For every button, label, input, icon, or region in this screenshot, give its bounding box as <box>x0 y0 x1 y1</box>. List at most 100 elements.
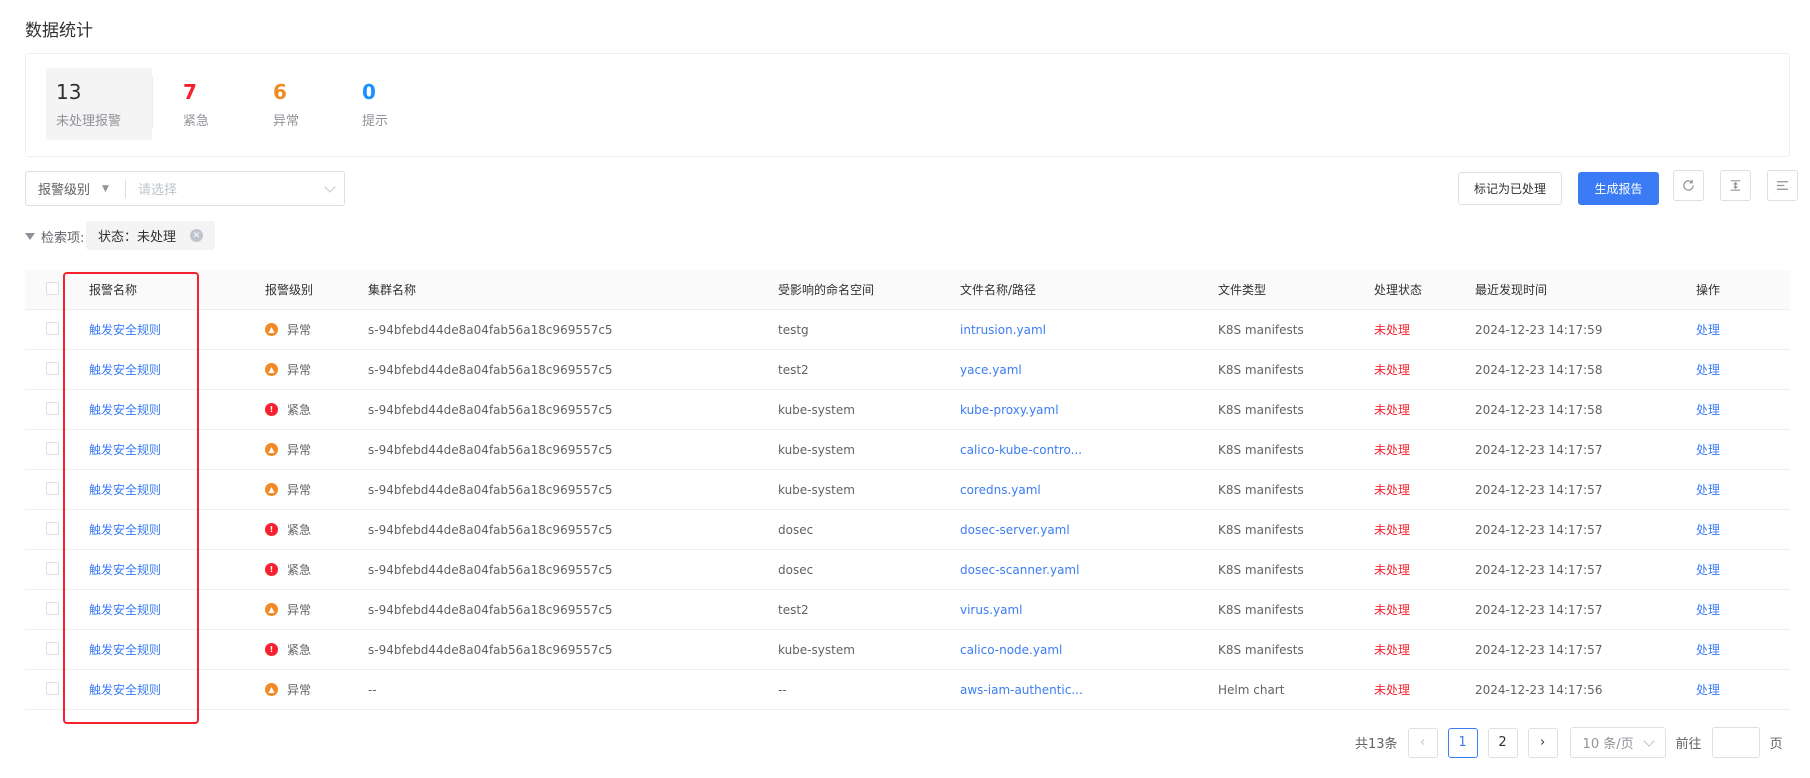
row-checkbox[interactable] <box>46 401 59 418</box>
urgent-level-icon: ! <box>265 563 278 576</box>
handle-link[interactable]: 处理 <box>1696 521 1720 538</box>
alert-level-text: 异常 <box>287 683 312 697</box>
stat-total-label: 未处理报警 <box>56 114 122 129</box>
refresh-icon <box>1683 179 1694 191</box>
stat-urgent-value: 7 <box>183 80 197 104</box>
alert-level-text: 紧急 <box>287 643 312 657</box>
status-badge: 未处理 <box>1374 323 1411 337</box>
cluster-name: s-94bfebd44de8a04fab56a18c969557c5 <box>368 522 613 537</box>
file-link[interactable]: kube-proxy.yaml <box>960 403 1059 417</box>
file-type: K8S manifests <box>1218 322 1304 337</box>
file-link[interactable]: calico-kube-contro... <box>960 443 1082 457</box>
alert-name-link[interactable]: 触发安全规则 <box>89 641 161 658</box>
page-size-select[interactable]: 10 条/页 <box>1569 727 1666 758</box>
table-header: 报警名称 报警级别 集群名称 受影响的命名空间 文件名称/路径 文件类型 处理状… <box>25 270 1790 310</box>
handle-link[interactable]: 处理 <box>1696 361 1720 378</box>
alert-level-text: 异常 <box>287 363 312 377</box>
page-suffix: 页 <box>1769 737 1783 752</box>
page-2-button[interactable]: 2 <box>1487 727 1518 758</box>
mark-handled-button[interactable]: 标记为已处理 <box>1458 172 1562 205</box>
stat-urgent[interactable]: 7 紧急 <box>183 68 209 138</box>
alert-name-link[interactable]: 触发安全规则 <box>89 561 161 578</box>
next-page-button[interactable]: › <box>1527 727 1558 758</box>
file-link[interactable]: virus.yaml <box>960 603 1023 617</box>
alert-name-link[interactable]: 触发安全规则 <box>89 601 161 618</box>
stat-hint[interactable]: 0 提示 <box>362 68 388 138</box>
goto-label: 前往 <box>1675 737 1702 752</box>
namespace: dosec <box>778 522 814 537</box>
handle-link[interactable]: 处理 <box>1696 561 1720 578</box>
generate-report-button[interactable]: 生成报告 <box>1578 172 1659 205</box>
handle-link[interactable]: 处理 <box>1696 481 1720 498</box>
cluster-name: -- <box>368 682 377 697</box>
alert-name-link[interactable]: 触发安全规则 <box>89 681 161 698</box>
file-link[interactable]: dosec-scanner.yaml <box>960 563 1079 577</box>
columns-button[interactable] <box>1767 170 1798 201</box>
density-button[interactable] <box>1720 170 1751 201</box>
namespace: kube-system <box>778 482 855 497</box>
refresh-button[interactable] <box>1673 170 1704 201</box>
namespace: kube-system <box>778 402 855 417</box>
urgent-level-icon: ! <box>265 403 278 416</box>
alert-name-link[interactable]: 触发安全规则 <box>89 321 161 338</box>
file-type: Helm chart <box>1218 682 1285 697</box>
filter-value-select[interactable]: 请选择 <box>126 179 344 198</box>
abnormal-level-icon: ▲ <box>265 683 278 696</box>
select-all-checkbox[interactable] <box>46 281 59 298</box>
handle-link[interactable]: 处理 <box>1696 641 1720 658</box>
goto-page-input[interactable] <box>1711 727 1760 758</box>
header-cluster: 集群名称 <box>368 283 417 297</box>
abnormal-level-icon: ▲ <box>265 363 278 376</box>
row-checkbox[interactable] <box>46 521 59 538</box>
handle-link[interactable]: 处理 <box>1696 441 1720 458</box>
alert-level-text: 紧急 <box>287 563 312 577</box>
status-badge: 未处理 <box>1374 683 1411 697</box>
alert-name-link[interactable]: 触发安全规则 <box>89 401 161 418</box>
alerts-table: 报警名称 报警级别 集群名称 受影响的命名空间 文件名称/路径 文件类型 处理状… <box>25 270 1790 710</box>
file-link[interactable]: dosec-server.yaml <box>960 523 1070 537</box>
page-size-value: 10 条/页 <box>1582 737 1634 752</box>
row-checkbox[interactable] <box>46 361 59 378</box>
alert-name-link[interactable]: 触发安全规则 <box>89 361 161 378</box>
file-link[interactable]: intrusion.yaml <box>960 323 1046 337</box>
filter-key-label: 报警级别 <box>38 183 91 198</box>
page-title: 数据统计 <box>25 21 93 41</box>
file-type: K8S manifests <box>1218 402 1304 417</box>
handle-link[interactable]: 处理 <box>1696 321 1720 338</box>
handle-link[interactable]: 处理 <box>1696 601 1720 618</box>
stat-hint-value: 0 <box>362 80 376 104</box>
handle-link[interactable]: 处理 <box>1696 401 1720 418</box>
row-checkbox[interactable] <box>46 561 59 578</box>
detected-time: 2024-12-23 14:17:57 <box>1475 442 1603 457</box>
file-link[interactable]: yace.yaml <box>960 363 1022 377</box>
filter-key-select[interactable]: 报警级别 ▼ <box>26 179 126 198</box>
alert-name-link[interactable]: 触发安全规则 <box>89 521 161 538</box>
detected-time: 2024-12-23 14:17:58 <box>1475 402 1603 417</box>
filter-icon <box>25 233 35 240</box>
row-checkbox[interactable] <box>46 441 59 458</box>
cluster-name: s-94bfebd44de8a04fab56a18c969557c5 <box>368 322 613 337</box>
alert-name-link[interactable]: 触发安全规则 <box>89 441 161 458</box>
stat-abnormal[interactable]: 6 异常 <box>273 68 299 138</box>
file-link[interactable]: calico-node.yaml <box>960 643 1062 657</box>
status-badge: 未处理 <box>1374 643 1411 657</box>
cluster-name: s-94bfebd44de8a04fab56a18c969557c5 <box>368 482 613 497</box>
file-link[interactable]: aws-iam-authentic... <box>960 683 1083 697</box>
stat-total[interactable]: 13 未处理报警 <box>46 68 152 140</box>
page-1-button[interactable]: 1 <box>1447 727 1478 758</box>
alert-level: ▲ 异常 <box>265 681 311 698</box>
close-icon[interactable]: ✕ <box>190 229 204 242</box>
detected-time: 2024-12-23 14:17:57 <box>1475 522 1603 537</box>
table-row: 触发安全规则 ▲ 异常 s-94bfebd44de8a04fab56a18c96955… <box>25 350 1790 390</box>
row-checkbox[interactable] <box>46 641 59 658</box>
search-tag[interactable]: 状态：未处理 ✕ <box>86 221 216 250</box>
row-checkbox[interactable] <box>46 601 59 618</box>
row-checkbox[interactable] <box>46 681 59 698</box>
row-checkbox[interactable] <box>46 481 59 498</box>
prev-page-button[interactable]: ‹ <box>1407 727 1438 758</box>
handle-link[interactable]: 处理 <box>1696 681 1720 698</box>
alert-name-link[interactable]: 触发安全规则 <box>89 481 161 498</box>
row-checkbox[interactable] <box>46 321 59 338</box>
file-link[interactable]: coredns.yaml <box>960 483 1041 497</box>
chevron-left-icon: ‹ <box>1419 735 1426 750</box>
